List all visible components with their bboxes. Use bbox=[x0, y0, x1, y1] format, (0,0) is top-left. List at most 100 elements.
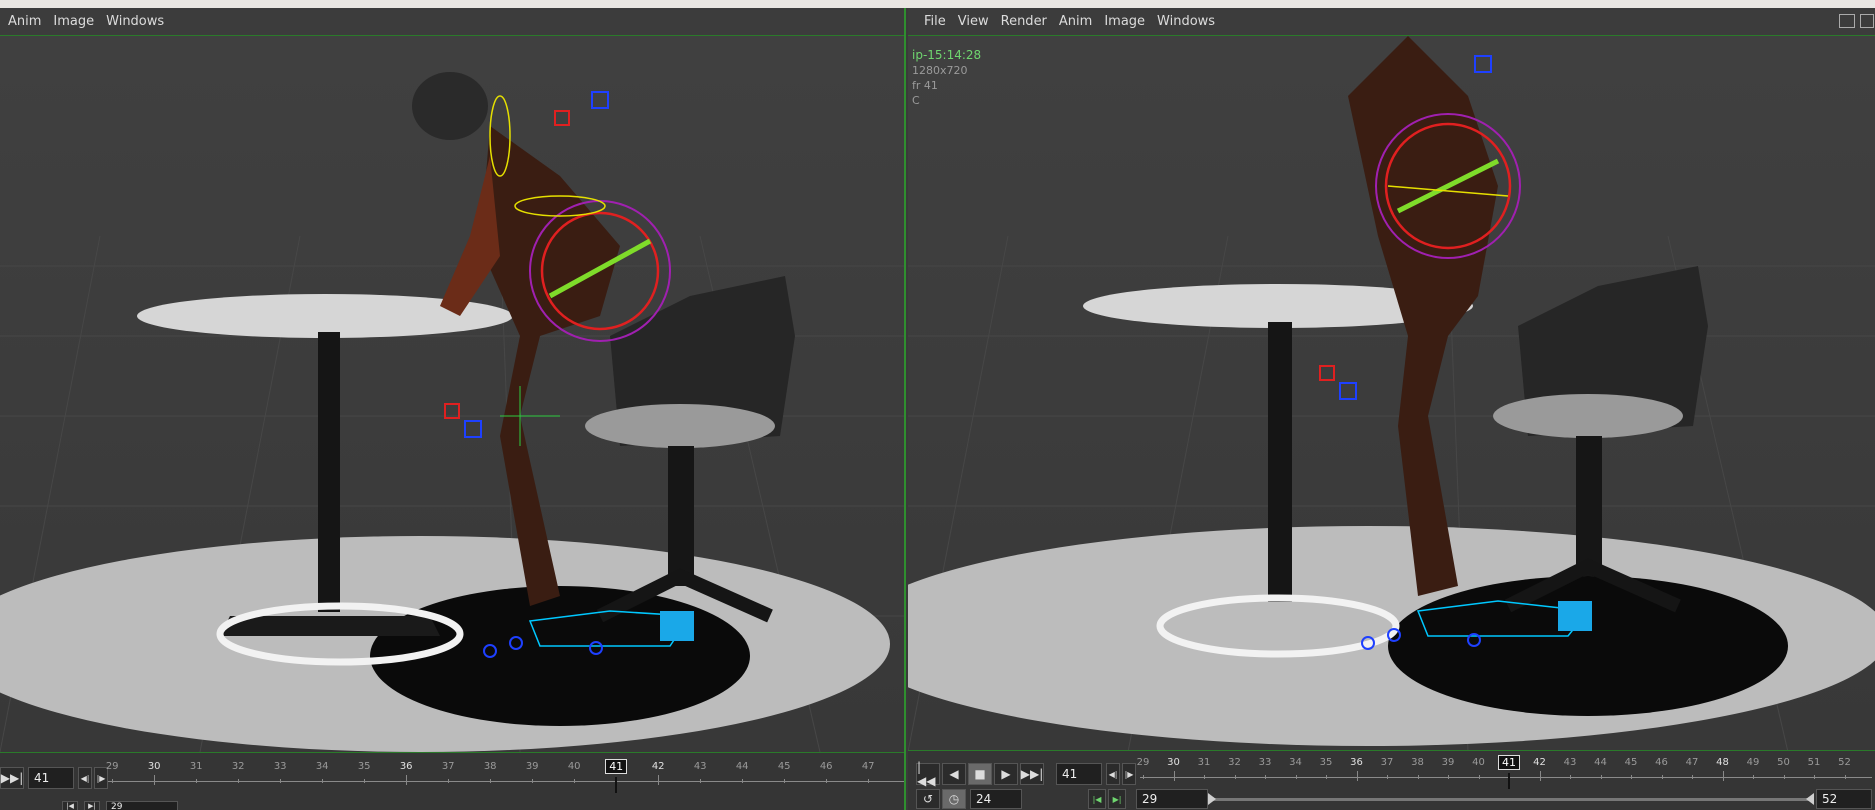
viewport-left[interactable] bbox=[0, 36, 904, 752]
menu-anim[interactable]: Anim bbox=[1059, 14, 1092, 29]
range-start-button[interactable]: |◀ bbox=[62, 801, 78, 810]
skip-to-end-button[interactable]: ▶▶| bbox=[0, 767, 24, 789]
timebar-left: ▶▶| 41 ◀| |▶ 29 30 31 32 33 34 35 36 37 38 39 40 41 4… bbox=[0, 752, 904, 810]
maximize-pane-icon[interactable] bbox=[1839, 14, 1855, 28]
frame-field[interactable]: 41 bbox=[1056, 763, 1102, 785]
menu-file[interactable]: File bbox=[924, 14, 946, 29]
tick-mark bbox=[1539, 771, 1541, 781]
tick-label: 46 bbox=[819, 761, 833, 772]
tick-label: 43 bbox=[693, 761, 707, 772]
skip-to-end-icon: ▶▶| bbox=[1020, 767, 1044, 781]
skip-to-start-icon: |◀◀ bbox=[917, 760, 936, 788]
tick-label: 45 bbox=[777, 761, 791, 772]
range-start-field[interactable]: 29 bbox=[106, 801, 178, 810]
tick-mark bbox=[532, 779, 534, 783]
range-end-icon: ▶| bbox=[1112, 794, 1122, 804]
tick-mark bbox=[364, 779, 366, 783]
tick-mark bbox=[1204, 775, 1206, 779]
tick-label: 38 bbox=[1411, 757, 1424, 768]
fps-field[interactable]: 24 bbox=[970, 789, 1022, 809]
tick-label: 45 bbox=[1624, 757, 1638, 768]
tick-label: 39 bbox=[525, 761, 539, 772]
tick-label: 32 bbox=[1228, 757, 1241, 768]
tick-mark bbox=[1356, 771, 1358, 781]
range-slider-end-handle[interactable] bbox=[1806, 793, 1814, 805]
playhead-line[interactable] bbox=[1508, 773, 1511, 789]
viewer-pane-right: File View Render Anim Image Windows ip-1… bbox=[908, 8, 1875, 810]
tick-label: 49 bbox=[1746, 757, 1760, 768]
frame-label: fr 41 bbox=[912, 79, 938, 92]
scene-render-left bbox=[0, 72, 904, 752]
viewport-right[interactable]: ip-15:14:28 1280x720 fr 41 C bbox=[908, 36, 1875, 752]
skip-to-start-button[interactable]: |◀◀ bbox=[916, 760, 940, 788]
skip-to-end-button[interactable]: ▶▶| bbox=[1020, 763, 1044, 785]
tick-label: 35 bbox=[357, 761, 371, 772]
prev-key-icon: ◀| bbox=[80, 773, 90, 783]
prev-key-button[interactable]: ◀| bbox=[78, 767, 92, 789]
tick-label: 33 bbox=[273, 761, 287, 772]
tick-mark bbox=[196, 779, 198, 783]
timeline-ruler-right[interactable]: 29 30 31 32 33 34 35 36 37 38 39 40 41 42 43 44 45 46 47 48… bbox=[1137, 755, 1872, 793]
timebar-right: |◀◀ ◀ ■ ▶ ▶▶| 41 ◀| |▶ 29 30 31 32 33 34 35 36 3… bbox=[908, 750, 1875, 810]
loop-icon: ↺ bbox=[922, 792, 934, 806]
tick-label: 46 bbox=[1655, 757, 1668, 768]
tick-label: 37 bbox=[1380, 757, 1394, 768]
play-icon: ▶ bbox=[1001, 767, 1011, 781]
scene-render-right bbox=[908, 36, 1875, 752]
tick-label: 31 bbox=[189, 761, 203, 772]
range-end-field[interactable]: 52 bbox=[1816, 789, 1872, 809]
range-end-button[interactable]: ▶| bbox=[1108, 789, 1126, 809]
play-button[interactable]: ▶ bbox=[994, 763, 1018, 785]
tick-mark bbox=[238, 779, 240, 783]
tick-mark bbox=[1753, 775, 1755, 779]
tick-label: 52 bbox=[1838, 757, 1851, 768]
range-slider-start-handle[interactable] bbox=[1208, 793, 1216, 805]
floor-shadow bbox=[1388, 576, 1788, 716]
tick-mark bbox=[112, 779, 114, 783]
tick-mark bbox=[448, 779, 450, 783]
tick-mark bbox=[154, 775, 156, 785]
timeline-ruler-left[interactable]: 29 30 31 32 33 34 35 36 37 38 39 40 41 42 43 44 45 46 47 bbox=[106, 759, 904, 797]
menu-windows[interactable]: Windows bbox=[1157, 14, 1215, 29]
menu-render[interactable]: Render bbox=[1001, 14, 1047, 29]
next-key-icon: |▶ bbox=[96, 773, 106, 783]
menu-windows[interactable]: Windows bbox=[106, 14, 164, 29]
menu-view[interactable]: View bbox=[958, 14, 989, 29]
split-pane-icon[interactable] bbox=[1860, 14, 1874, 28]
frame-field[interactable]: 41 bbox=[28, 767, 74, 789]
tick-label: 30 bbox=[147, 761, 161, 772]
menu-anim[interactable]: Anim bbox=[8, 14, 41, 29]
tick-label: 32 bbox=[231, 761, 245, 772]
loop-button[interactable]: ↺ bbox=[916, 789, 940, 809]
tick-mark bbox=[1265, 775, 1267, 779]
playhead-line[interactable] bbox=[615, 777, 618, 793]
tick-mark bbox=[1478, 775, 1480, 779]
realtime-button[interactable]: ◷ bbox=[942, 789, 966, 809]
clock-icon: ◷ bbox=[948, 792, 960, 806]
range-start-field[interactable]: 29 bbox=[1136, 789, 1208, 809]
range-start-button[interactable]: |◀ bbox=[1088, 789, 1106, 809]
menubar-right: File View Render Anim Image Windows bbox=[908, 8, 1875, 36]
current-frame-marker[interactable]: 41 bbox=[605, 759, 628, 774]
menu-image[interactable]: Image bbox=[1104, 14, 1145, 29]
tick-mark bbox=[1173, 771, 1175, 781]
viewer-pane-left: Anim Image Windows ▶▶| 41 ◀| |▶ 29 30 31… bbox=[0, 8, 906, 810]
tick-label: 36 bbox=[1350, 757, 1363, 768]
tick-label: 35 bbox=[1319, 757, 1333, 768]
stop-button[interactable]: ■ bbox=[968, 763, 992, 785]
range-slider-track[interactable] bbox=[1208, 798, 1814, 801]
tick-mark bbox=[574, 779, 576, 783]
prev-key-button[interactable]: ◀| bbox=[1106, 763, 1120, 785]
range-end-button[interactable]: ▶| bbox=[84, 801, 100, 810]
range-end-icon: ▶| bbox=[88, 802, 96, 810]
menu-image[interactable]: Image bbox=[53, 14, 94, 29]
tick-mark bbox=[1448, 775, 1450, 779]
tick-label: 44 bbox=[1594, 757, 1607, 768]
tick-label: 34 bbox=[1289, 757, 1302, 768]
tick-label: 33 bbox=[1258, 757, 1272, 768]
stop-icon: ■ bbox=[974, 767, 986, 781]
current-frame-marker[interactable]: 41 bbox=[1498, 755, 1521, 770]
step-back-button[interactable]: ◀ bbox=[942, 763, 966, 785]
next-key-button[interactable]: |▶ bbox=[1122, 763, 1136, 785]
tick-mark bbox=[1661, 775, 1663, 779]
